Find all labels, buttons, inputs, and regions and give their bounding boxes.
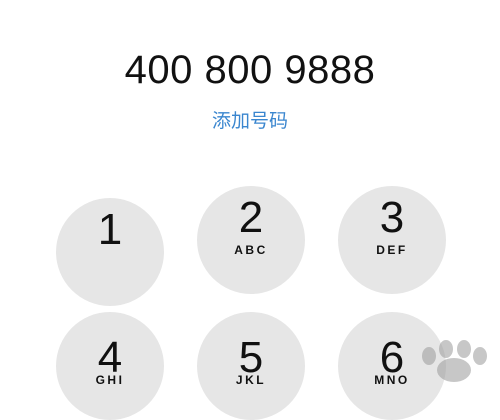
key-digit: 3 (379, 193, 405, 242)
key-letters: JKL (235, 373, 267, 387)
key-letters: ABC (234, 243, 268, 257)
key-letters: GHI (95, 373, 125, 387)
keypad-key-5[interactable]: 5 JKL (197, 312, 305, 420)
paw-print-icon (422, 340, 487, 382)
key-digit: 2 (238, 193, 264, 242)
keypad-key-3[interactable]: 3 DEF (338, 186, 446, 294)
add-number-link[interactable]: 添加号码 (0, 108, 500, 134)
keypad-key-1[interactable]: 1 (56, 198, 164, 306)
key-digit: 1 (97, 205, 123, 254)
keypad-key-4[interactable]: 4 GHI (56, 312, 164, 420)
key-letters: DEF (376, 243, 408, 257)
keypad-key-2[interactable]: 2 ABC (197, 186, 305, 294)
dialed-number-display: 400 800 9888 (124, 48, 376, 92)
